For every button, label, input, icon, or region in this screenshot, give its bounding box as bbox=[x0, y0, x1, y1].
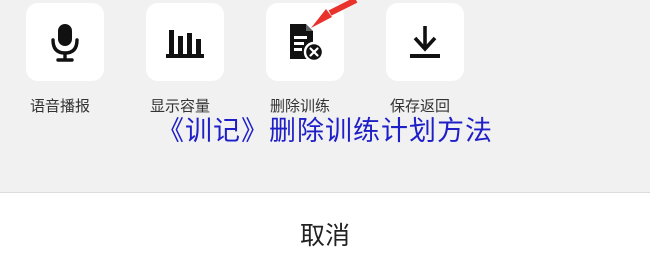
action-sheet: 语音播报 显示容量 删除训练 保存返回 《训记》删除训练计划方法 bbox=[0, 0, 650, 192]
overlay-caption: 《训记》删除训练计划方法 bbox=[157, 116, 493, 147]
cancel-label: 取消 bbox=[299, 221, 350, 250]
pointer-arrow-icon bbox=[311, 0, 358, 28]
